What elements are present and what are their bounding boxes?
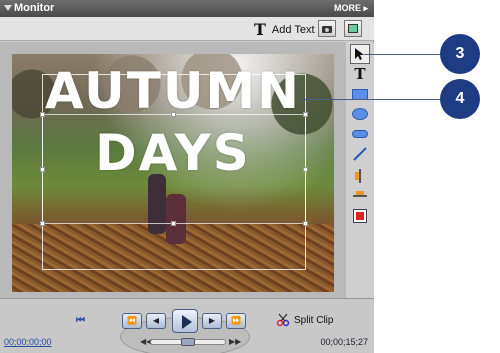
text-icon: T bbox=[254, 20, 266, 39]
camera-icon[interactable] bbox=[318, 20, 336, 37]
title-tools-palette: T bbox=[346, 42, 374, 298]
scissors-icon bbox=[276, 313, 290, 327]
callout-leader-line bbox=[364, 54, 442, 55]
panel-title: Monitor bbox=[14, 2, 55, 14]
current-timecode[interactable]: 00;00;00;00 bbox=[4, 337, 52, 347]
duration-timecode: 00;00;15;27 bbox=[320, 337, 368, 347]
split-clip-label: Split Clip bbox=[294, 314, 334, 326]
resize-handle[interactable] bbox=[40, 221, 45, 226]
play-icon bbox=[182, 315, 192, 329]
goto-first-frame-button[interactable]: ⏮ bbox=[76, 315, 85, 326]
play-button[interactable] bbox=[172, 309, 198, 333]
previous-frame-button[interactable]: ◀ bbox=[146, 313, 166, 329]
split-clip-button[interactable]: Split Clip bbox=[276, 313, 333, 327]
step-back-button[interactable]: ⏪ bbox=[122, 313, 142, 329]
callout-4: 4 bbox=[440, 79, 480, 119]
shuttle-slider[interactable] bbox=[150, 338, 226, 346]
horizontal-type-icon[interactable]: T bbox=[350, 64, 370, 84]
center-icon[interactable] bbox=[350, 186, 370, 206]
shuttle-knob[interactable] bbox=[181, 338, 195, 346]
step-forward-button[interactable]: ⏩ bbox=[226, 313, 246, 329]
resize-handle[interactable] bbox=[303, 221, 308, 226]
add-text-button[interactable]: T Add Text bbox=[254, 20, 315, 39]
video-preview[interactable]: AUTUMN DAYS bbox=[12, 54, 334, 292]
resize-handle[interactable] bbox=[171, 221, 176, 226]
color-swatch-icon[interactable] bbox=[350, 206, 370, 226]
next-frame-button[interactable]: ▶ bbox=[202, 313, 222, 329]
more-label: MORE bbox=[333, 3, 361, 13]
callout-3: 3 bbox=[440, 34, 480, 74]
title-text-line1[interactable]: AUTUMN bbox=[12, 62, 334, 120]
rounded-rectangle-icon[interactable] bbox=[350, 124, 370, 144]
line-icon[interactable] bbox=[350, 144, 370, 164]
callout-leader-line bbox=[300, 99, 442, 100]
playback-controls: ⏮ ⏪ ◀ ▶ ⏩ ◀◀ ▶▶ Split Clip 00;00;00;00 0… bbox=[0, 298, 374, 353]
text-alignment-icon[interactable] bbox=[350, 166, 370, 186]
more-menu-button[interactable]: MORE ▸ bbox=[334, 3, 368, 14]
image-icon[interactable] bbox=[344, 20, 362, 37]
rectangle-icon[interactable] bbox=[350, 84, 370, 104]
monitor-viewer: AUTUMN DAYS bbox=[0, 42, 346, 298]
title-text-line2[interactable]: DAYS bbox=[12, 124, 334, 182]
panel-title-bar: Monitor MORE ▸ bbox=[0, 0, 374, 17]
monitor-panel: Monitor MORE ▸ T Add Text AUTUMN DAYS T … bbox=[0, 0, 374, 353]
monitor-toolbar: T Add Text bbox=[0, 17, 374, 41]
collapse-triangle-icon[interactable] bbox=[4, 5, 12, 11]
shuttle-right-icon: ▶▶ bbox=[229, 337, 242, 346]
add-text-label: Add Text bbox=[271, 23, 315, 36]
ellipse-icon[interactable] bbox=[350, 104, 370, 124]
